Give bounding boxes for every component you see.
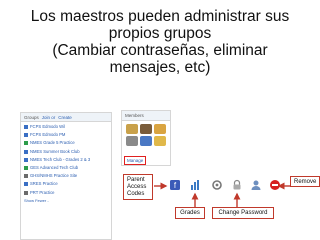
group-label[interactable]: NMES Grade 5 Practice	[30, 140, 75, 145]
user-icon[interactable]	[250, 179, 262, 191]
group-color-icon	[24, 149, 28, 154]
avatar[interactable]	[126, 124, 138, 134]
group-color-icon	[24, 190, 28, 195]
create-link[interactable]: Create	[58, 115, 72, 120]
avatar[interactable]	[154, 136, 166, 146]
group-label[interactable]: FCPS Edmodo Wil	[30, 124, 65, 129]
group-item[interactable]: FCPS Edmodo Wil	[24, 124, 108, 130]
members-header: Members	[122, 111, 170, 121]
group-item[interactable]: GES Advanced Tech Club	[24, 165, 108, 171]
group-color-icon	[24, 182, 28, 187]
group-item[interactable]: PRT Practice	[24, 190, 108, 196]
group-label[interactable]: NMES Summer Book Club	[30, 149, 80, 154]
group-color-icon	[24, 125, 28, 129]
manage-link[interactable]: Manage	[124, 156, 147, 165]
group-label[interactable]: SRES Practice	[30, 181, 58, 186]
title-line-1: Los maestros pueden administrar sus	[30, 8, 290, 25]
group-label[interactable]: NMES Tech Club - Grades 2 & 3	[30, 157, 90, 162]
groups-header: Groups Join or Create	[21, 113, 111, 122]
group-label[interactable]: GES Advanced Tech Club	[30, 165, 78, 170]
group-item[interactable]: FCPS Edmodo PM	[24, 132, 108, 138]
lock-icon[interactable]	[231, 179, 243, 191]
group-label[interactable]: GHS/NMHS Practice Site	[30, 173, 77, 178]
member-avatars	[122, 121, 170, 149]
group-item[interactable]: NMES Tech Club - Grades 2 & 3	[24, 157, 108, 163]
join-link[interactable]: Join or	[42, 115, 56, 120]
groups-panel: Groups Join or Create FCPS Edmodo Wil FC…	[20, 112, 112, 240]
show-fewer-link[interactable]: Show Fewer -	[21, 198, 111, 203]
group-item[interactable]: GHS/NMHS Practice Site	[24, 173, 108, 179]
group-color-icon	[24, 133, 28, 138]
avatar[interactable]	[126, 136, 138, 146]
remove-callout: Remove	[290, 176, 320, 187]
parent-access-codes-callout: Parent Access Codes	[123, 174, 153, 200]
grades-callout: Grades	[175, 207, 205, 219]
groups-list: FCPS Edmodo Wil FCPS Edmodo PM NMES Grad…	[21, 122, 111, 196]
avatar[interactable]	[154, 124, 166, 134]
avatar[interactable]	[140, 124, 152, 134]
title-line-4: mensajes, etc)	[109, 59, 211, 76]
groups-header-label: Groups	[24, 114, 39, 120]
avatar[interactable]	[140, 136, 152, 146]
group-label[interactable]: PRT Practice	[30, 190, 55, 195]
members-panel: Members Manage	[121, 110, 171, 166]
slide-title: Los maestros pueden administrar sus prop…	[0, 8, 320, 76]
member-toolbar: Parent Access Codes f Remove	[120, 173, 320, 201]
title-line-3: (Cambiar contraseñas, eliminar	[52, 42, 268, 59]
settings-icon[interactable]	[211, 179, 223, 191]
parent-code-icon[interactable]: f	[169, 179, 181, 191]
group-color-icon	[24, 174, 28, 179]
group-color-icon	[24, 141, 28, 146]
group-color-icon	[24, 165, 28, 170]
change-password-callout: Change Password	[212, 207, 274, 219]
group-label[interactable]: FCPS Edmodo PM	[30, 132, 65, 137]
group-item[interactable]: NMES Grade 5 Practice	[24, 140, 108, 146]
remove-icon[interactable]	[269, 179, 281, 191]
title-line-2: propios grupos	[108, 25, 212, 42]
group-item[interactable]: SRES Practice	[24, 181, 108, 187]
group-item[interactable]: NMES Summer Book Club	[24, 149, 108, 155]
group-color-icon	[24, 157, 28, 162]
grades-icon[interactable]	[189, 179, 201, 191]
